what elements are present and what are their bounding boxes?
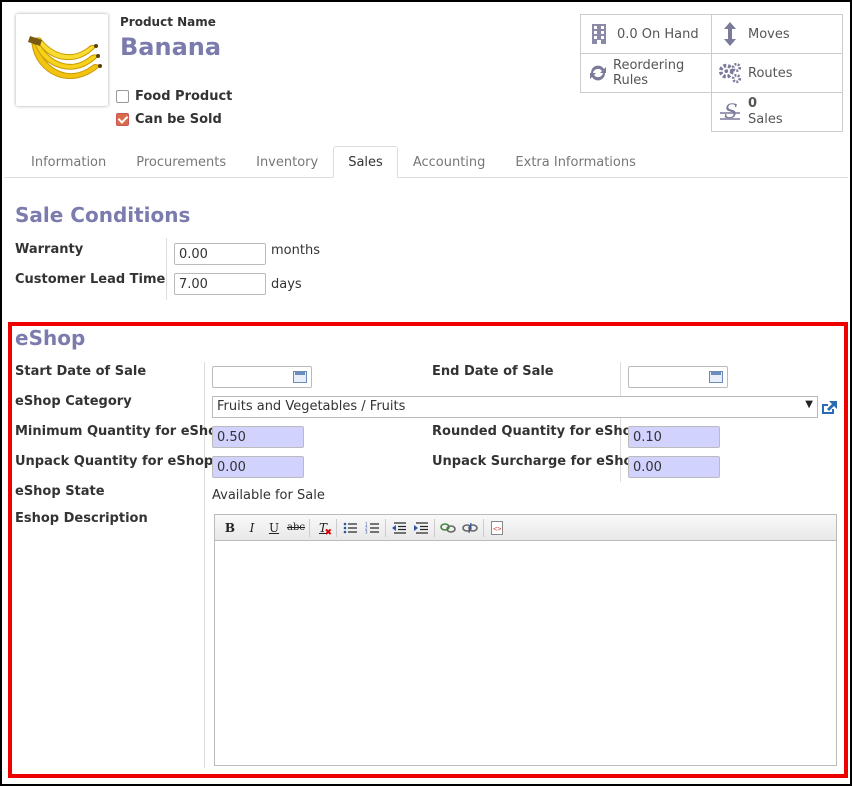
routes-label: Routes — [748, 65, 793, 81]
clear-format-button[interactable]: T ✖ — [312, 518, 334, 538]
eshop-title: eShop — [15, 326, 86, 350]
customer-lead-time-unit: days — [271, 277, 302, 292]
remove-format-icon: ✖ — [324, 527, 332, 538]
reordering-rules-label: Reordering Rules — [613, 58, 685, 88]
tab-accounting[interactable]: Accounting — [398, 146, 501, 178]
product-name[interactable]: Banana — [120, 33, 221, 61]
italic-button[interactable]: I — [241, 518, 263, 538]
product-form: Product Name Banana Food Product Can be … — [0, 0, 852, 786]
sales-count: 0 — [748, 96, 758, 111]
food-product-label: Food Product — [135, 89, 233, 104]
eshop-left-separator — [204, 362, 205, 768]
can-be-sold-checkbox[interactable] — [116, 113, 129, 126]
toolbar-separator — [336, 518, 337, 537]
gears-icon — [718, 61, 742, 85]
arrows-vertical-icon — [718, 22, 742, 46]
eshop-state-label: eShop State — [15, 484, 105, 499]
can-be-sold-row: Can be Sold — [116, 112, 222, 127]
toolbar-separator — [385, 518, 386, 537]
tab-extra-informations[interactable]: Extra Informations — [500, 146, 650, 178]
product-name-label: Product Name — [120, 15, 216, 29]
customer-lead-time-input[interactable]: 7.00 — [174, 273, 266, 295]
rounded-qty-label: Rounded Quantity for eShop — [432, 424, 641, 439]
tab-procurements[interactable]: Procurements — [121, 146, 241, 178]
rounded-qty-input[interactable]: 0.10 — [628, 426, 720, 448]
link-icon[interactable] — [437, 518, 459, 538]
sale-conditions-title: Sale Conditions — [15, 203, 191, 227]
warranty-label: Warranty — [15, 242, 84, 257]
editor-toolbar: B I U abc T ✖ 123 <> — [215, 515, 836, 541]
tab-inventory[interactable]: Inventory — [241, 146, 333, 178]
end-date-label: End Date of Sale — [432, 364, 554, 379]
unpack-surcharge-label: Unpack Surcharge for eShop — [432, 454, 642, 469]
moves-button[interactable]: Moves — [711, 14, 843, 54]
sale-conditions-separator — [166, 238, 167, 300]
eshop-state-value: Available for Sale — [212, 488, 325, 503]
notebook-tabs: Information Procurements Inventory Sales… — [16, 146, 651, 178]
on-hand-button[interactable]: 0.0 On Hand — [580, 14, 712, 54]
on-hand-label: 0.0 On Hand — [617, 26, 699, 42]
numbered-list-icon[interactable]: 123 — [361, 518, 383, 538]
toolbar-separator — [434, 518, 435, 537]
min-qty-input[interactable]: 0.50 — [212, 426, 304, 448]
calendar-icon[interactable] — [293, 371, 307, 383]
sales-button[interactable]: S 0 Sales — [711, 92, 843, 132]
source-code-icon[interactable]: <> — [486, 518, 508, 538]
refresh-icon — [587, 61, 609, 85]
indent-icon[interactable] — [410, 518, 432, 538]
external-link-icon[interactable] — [820, 399, 838, 419]
toolbar-separator — [483, 518, 484, 537]
unpack-qty-label: Unpack Quantity for eShop — [15, 454, 214, 469]
warranty-unit: months — [271, 243, 320, 258]
can-be-sold-label: Can be Sold — [135, 112, 222, 127]
unlink-icon[interactable] — [459, 518, 481, 538]
reordering-rules-button[interactable]: Reordering Rules — [580, 53, 712, 93]
sales-text: 0 Sales — [748, 96, 783, 128]
bullet-list-icon[interactable] — [339, 518, 361, 538]
sales-label: Sales — [748, 112, 783, 127]
svg-text:3: 3 — [365, 529, 368, 534]
food-product-checkbox[interactable] — [116, 90, 129, 103]
dollar-strike-icon: S — [718, 100, 742, 124]
bold-button[interactable]: B — [219, 518, 241, 538]
banana-image — [28, 36, 102, 79]
customer-lead-time-label: Customer Lead Time — [15, 272, 166, 287]
min-qty-label: Minimum Quantity for eShop — [15, 424, 227, 439]
eshop-description-editor: B I U abc T ✖ 123 <> — [214, 514, 837, 766]
moves-label: Moves — [748, 26, 790, 42]
unpack-qty-input[interactable]: 0.00 — [212, 456, 304, 478]
tab-information[interactable]: Information — [16, 146, 121, 178]
warranty-input[interactable]: 0.00 — [174, 243, 266, 265]
eshop-category-label: eShop Category — [15, 394, 132, 409]
end-date-input[interactable] — [628, 366, 728, 388]
editor-content-area[interactable] — [215, 541, 836, 765]
building-icon — [587, 22, 611, 46]
product-image[interactable] — [16, 14, 108, 106]
calendar-icon[interactable] — [709, 371, 723, 383]
start-date-input[interactable] — [212, 366, 312, 388]
food-product-row: Food Product — [116, 89, 232, 104]
routes-button[interactable]: Routes — [711, 53, 843, 93]
underline-button[interactable]: U — [263, 518, 285, 538]
svg-text:<>: <> — [493, 525, 501, 533]
start-date-label: Start Date of Sale — [15, 364, 147, 379]
toolbar-separator — [309, 518, 310, 537]
outdent-icon[interactable] — [388, 518, 410, 538]
tab-sales[interactable]: Sales — [333, 146, 398, 178]
eshop-category-select[interactable]: Fruits and Vegetables / Fruits ▼ — [212, 396, 818, 418]
strikethrough-button[interactable]: abc — [285, 518, 307, 538]
eshop-category-value: Fruits and Vegetables / Fruits — [217, 399, 406, 414]
eshop-description-label: Eshop Description — [15, 511, 148, 526]
dropdown-arrow-icon: ▼ — [805, 399, 813, 410]
unpack-surcharge-input[interactable]: 0.00 — [628, 456, 720, 478]
